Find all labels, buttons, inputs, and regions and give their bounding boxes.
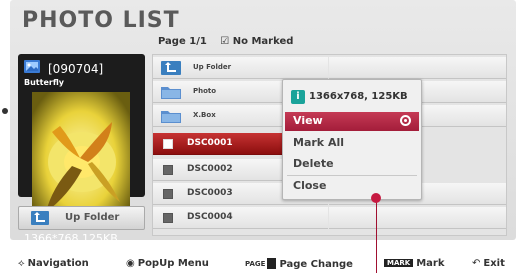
popup-item-label: Delete <box>293 157 334 170</box>
mark-checkbox[interactable] <box>163 213 173 223</box>
list-item-label: DSC0003 <box>187 188 233 198</box>
page-status: Page 1/1 ☑ No Marked <box>158 36 293 47</box>
mark-checkbox[interactable] <box>163 165 173 175</box>
ok-button-icon: ◉ <box>126 258 135 269</box>
popup-item-delete[interactable]: Delete <box>285 155 419 174</box>
list-cell: Up Folder <box>153 57 328 79</box>
page-title: PHOTO LIST <box>22 8 180 33</box>
list-item-label: DSC0004 <box>187 212 233 222</box>
popup-menu: i 1366x768, 125KB View Mark All Delete C… <box>282 79 422 200</box>
mark-key-icon: MARK <box>384 259 414 267</box>
list-item-label: Up Folder <box>193 63 232 71</box>
up-folder-label: Up Folder <box>65 212 120 223</box>
popup-item-view[interactable]: View <box>285 112 419 131</box>
page-indicator: Page 1/1 <box>158 36 207 47</box>
radio-selected-icon <box>400 115 411 126</box>
preview-description: Butterfly <box>24 78 64 87</box>
popup-item-label: Close <box>293 179 327 192</box>
up-arrow-folder-icon <box>161 61 181 75</box>
popup-item-label: Mark All <box>293 136 344 149</box>
legend-navigation: ⟡ Navigation <box>18 258 89 269</box>
legend-label: Navigation <box>27 258 89 269</box>
info-icon: i <box>291 90 305 104</box>
popup-info-text: 1366x768, 125KB <box>309 91 408 102</box>
legend-label: Mark <box>416 258 445 269</box>
folder-icon <box>161 111 181 123</box>
mark-checkbox[interactable] <box>163 139 173 149</box>
popup-divider <box>287 175 417 176</box>
marked-status: ☑ No Marked <box>220 36 293 47</box>
list-item-label: DSC0002 <box>187 164 233 174</box>
legend-popup-menu: ◉ PopUp Menu <box>126 258 209 269</box>
list-cell-empty <box>329 207 506 229</box>
popup-item-label: View <box>293 114 323 127</box>
checkbox-icon: ☑ <box>220 36 230 47</box>
legend-label: Page Change <box>279 259 353 270</box>
legend-mark: MARK Mark <box>384 258 444 269</box>
legend-exit: ↶ Exit <box>472 258 505 269</box>
callout-dot <box>2 108 8 114</box>
navigation-arrows-icon: ⟡ <box>18 258 25 269</box>
list-item-label: X.Box <box>193 111 216 119</box>
preview-resolution: 1366*768 125KB <box>24 232 118 245</box>
button-legend: ⟡ Navigation ◉ PopUp Menu PAGE Page Change … <box>0 254 520 273</box>
callout-marker <box>371 193 381 203</box>
popup-item-mark-all[interactable]: Mark All <box>285 134 419 153</box>
folder-icon <box>161 87 181 99</box>
legend-label: PopUp Menu <box>137 258 209 269</box>
marked-status-label: No Marked <box>232 36 294 47</box>
mark-checkbox[interactable] <box>163 189 173 199</box>
up-folder-button[interactable]: Up Folder <box>18 206 145 230</box>
back-return-icon: ↶ <box>472 258 481 269</box>
legend-label: Exit <box>483 258 505 269</box>
popup-item-close[interactable]: Close <box>285 177 419 196</box>
page-rocker-icon <box>267 258 277 269</box>
list-item-label: Photo <box>193 87 217 95</box>
list-cell-empty <box>329 57 506 79</box>
preview-filename: [090704] <box>48 62 104 76</box>
photo-preview: [090704] Butterfly 1366*768 125KB <box>18 54 145 245</box>
page-key-label: PAGE <box>245 260 266 268</box>
up-arrow-folder-icon <box>31 211 49 225</box>
list-item-label: DSC0001 <box>187 138 233 148</box>
list-cell: DSC0004 <box>153 207 328 229</box>
photo-file-icon <box>24 60 40 73</box>
legend-page-change: PAGE Page Change <box>245 258 353 270</box>
